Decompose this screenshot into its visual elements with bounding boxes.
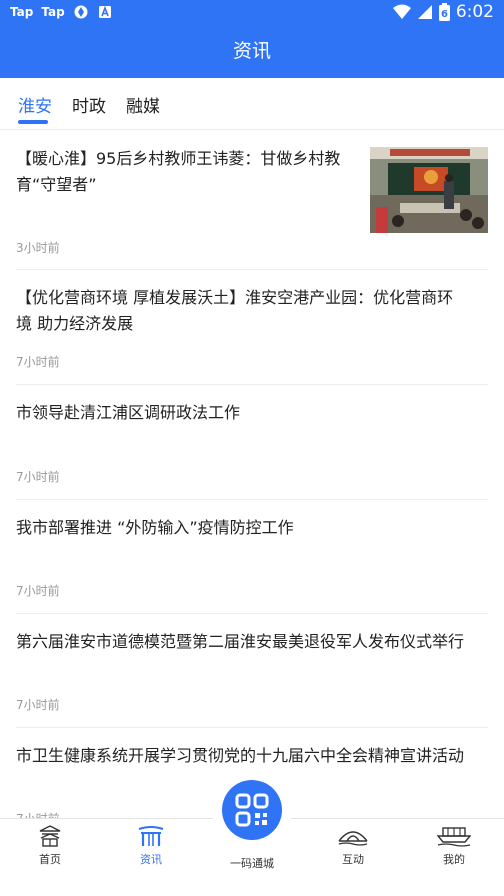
android-icon	[98, 5, 111, 18]
active-tab-indicator	[18, 120, 48, 124]
nav-label: 我的	[443, 853, 465, 866]
status-left: Tap Tap	[10, 4, 113, 20]
scan-button-circle	[222, 780, 282, 840]
news-title: 【优化营商环境 厚植发展沃土】淮安空港产业园：优化营商环 境 助力经济发展	[16, 288, 454, 333]
signal-icon	[417, 5, 432, 19]
news-title: 我市部署推进 “外防输入”疫情防控工作	[16, 518, 294, 537]
news-time: 7小时前	[16, 470, 60, 484]
tap-app-label: Tap	[10, 5, 34, 19]
news-title: 市卫生健康系统开展学习贯彻党的十九届六中全会精神宣讲活动	[16, 746, 465, 765]
nav-news[interactable]: 资讯	[111, 825, 191, 867]
qr-code-icon	[235, 793, 269, 827]
news-item[interactable]: 第六届淮安市道德模范暨第二届淮安最美退役军人发布仪式举行 7小时前	[16, 614, 488, 728]
boat-icon	[437, 827, 471, 847]
tap-app-label: Tap	[41, 5, 65, 19]
news-title: 第六届淮安市道德模范暨第二届淮安最美退役军人发布仪式举行	[16, 632, 465, 651]
bridge-icon	[338, 831, 368, 846]
news-title: 市领导赴清江浦区调研政法工作	[16, 403, 241, 422]
tab-politics[interactable]: 时政	[72, 92, 106, 117]
news-item[interactable]: 我市部署推进 “外防输入”疫情防控工作 7小时前	[16, 500, 488, 614]
news-title: 【暖心淮】95后乡村教师王讳菱：甘做乡村教 育“守望者”	[16, 149, 341, 194]
nav-label: 一码通城	[230, 857, 274, 870]
scan-code-button[interactable]	[212, 770, 292, 850]
nav-label: 首页	[39, 853, 61, 866]
svg-text:6: 6	[441, 9, 448, 20]
battery-icon: 6	[438, 3, 450, 21]
news-item[interactable]: 【优化营商环境 厚植发展沃土】淮安空港产业园：优化营商环 境 助力经济发展 7小…	[16, 270, 488, 385]
gate-icon	[138, 826, 164, 846]
classroom-photo	[370, 147, 488, 233]
channel-tabs: 淮安 时政 融媒	[0, 78, 504, 130]
status-right: 6 6:02	[392, 2, 494, 22]
clock: 6:02	[455, 2, 494, 22]
nav-profile[interactable]: 我的	[414, 825, 494, 867]
pavilion-icon	[39, 825, 61, 847]
nav-interact[interactable]: 互动	[313, 825, 393, 867]
news-time: 7小时前	[16, 698, 60, 712]
wifi-icon	[392, 4, 411, 19]
news-thumbnail	[370, 147, 488, 233]
news-time: 3小时前	[16, 241, 60, 255]
tab-media[interactable]: 融媒	[126, 92, 160, 117]
nav-label: 互动	[342, 853, 364, 866]
news-item[interactable]: 市领导赴清江浦区调研政法工作 7小时前	[16, 385, 488, 500]
news-item[interactable]: 【暖心淮】95后乡村教师王讳菱：甘做乡村教 育“守望者” 3小时前	[16, 131, 488, 270]
status-bar: Tap Tap 6 6:02	[0, 0, 504, 26]
tab-huaian[interactable]: 淮安	[18, 92, 52, 117]
news-time: 7小时前	[16, 355, 60, 369]
nav-home[interactable]: 首页	[10, 825, 90, 867]
news-time: 7小时前	[16, 584, 60, 598]
page-title: 资讯	[232, 40, 271, 62]
app-header: 资讯	[0, 26, 504, 78]
nav-label: 资讯	[140, 853, 162, 866]
settings-icon	[74, 5, 88, 19]
